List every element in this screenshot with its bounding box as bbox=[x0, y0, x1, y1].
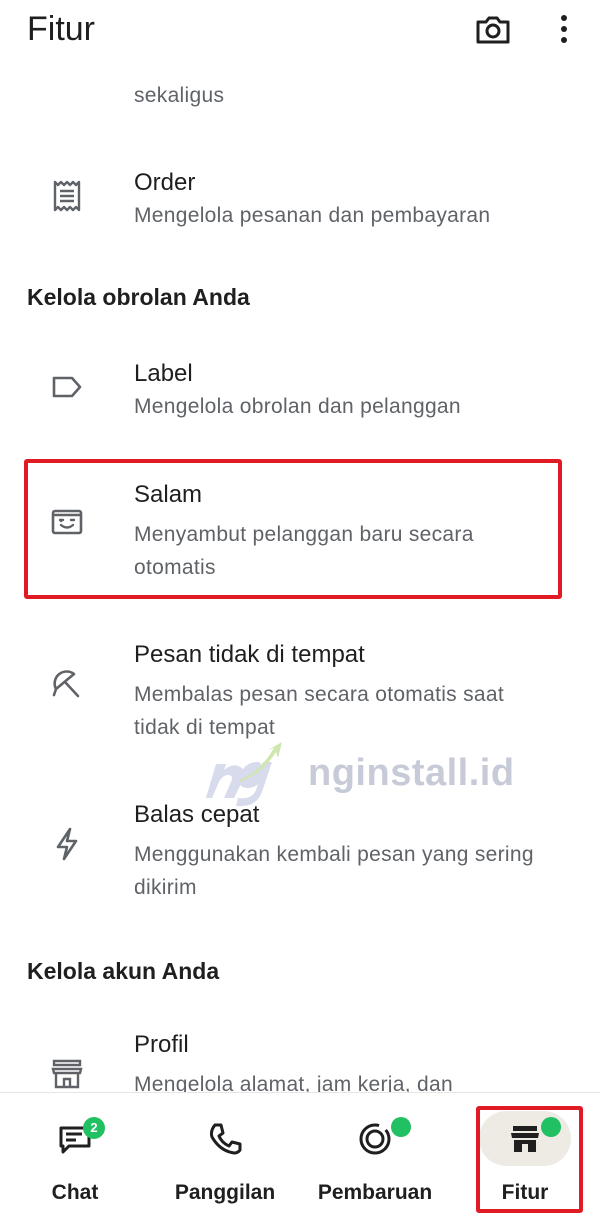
bolt-icon bbox=[56, 827, 78, 861]
list-item-quick-replies[interactable]: Balas cepat Menggunakan kembali pesan ya… bbox=[0, 797, 600, 922]
nav-tab-chat[interactable]: 2 Chat bbox=[0, 1093, 150, 1224]
chat-unread-badge: 2 bbox=[83, 1117, 105, 1139]
section-header-account: Kelola akun Anda bbox=[27, 958, 220, 984]
watermark: nginstall.id bbox=[200, 740, 560, 810]
previous-item-sub: sekaligus bbox=[134, 84, 225, 107]
nav-label-updates: Pembaruan bbox=[317, 1181, 433, 1204]
profile-title: Profil bbox=[134, 1031, 189, 1058]
list-item-label[interactable]: Label Mengelola obrolan dan pelanggan bbox=[0, 352, 600, 432]
away-sub: Membalas pesan secara otomatis saat tida… bbox=[134, 683, 505, 739]
nav-label-chat: Chat bbox=[51, 1181, 99, 1204]
updates-dot bbox=[391, 1117, 411, 1137]
store-icon bbox=[51, 1059, 83, 1089]
top-app-bar: Fitur bbox=[0, 0, 600, 62]
nav-tab-calls[interactable]: Panggilan bbox=[150, 1093, 300, 1224]
page-title: Fitur bbox=[27, 10, 95, 48]
order-title: Order bbox=[134, 169, 196, 196]
order-sub: Mengelola pesanan dan pembayaran bbox=[134, 204, 491, 227]
section-header-chats: Kelola obrolan Anda bbox=[27, 284, 250, 310]
profile-sub: Mengelola alamat, jam kerja, dan bbox=[134, 1073, 453, 1092]
updates-icon bbox=[359, 1123, 391, 1155]
more-vert-icon[interactable] bbox=[552, 10, 576, 48]
quick-sub: Menggunakan kembali pesan yang sering di… bbox=[134, 843, 534, 899]
list-item-order[interactable]: Order Mengelola pesanan dan pembayaran bbox=[0, 157, 600, 247]
watermark-text: nginstall.id bbox=[308, 752, 515, 794]
camera-icon[interactable] bbox=[474, 10, 512, 48]
highlight-box-greeting bbox=[24, 459, 562, 599]
away-title: Pesan tidak di tempat bbox=[134, 641, 365, 668]
away-icon bbox=[52, 670, 80, 698]
label-sub: Mengelola obrolan dan pelanggan bbox=[134, 395, 461, 418]
list-item-profile[interactable]: Profil Mengelola alamat, jam kerja, dan bbox=[0, 1027, 600, 1092]
label-title: Label bbox=[134, 360, 193, 387]
phone-icon bbox=[209, 1123, 242, 1155]
highlight-box-tools-tab bbox=[476, 1106, 583, 1213]
nav-tab-updates[interactable]: Pembaruan bbox=[300, 1093, 450, 1224]
label-icon bbox=[52, 376, 82, 398]
nav-label-calls: Panggilan bbox=[174, 1181, 276, 1204]
receipt-icon bbox=[53, 180, 81, 212]
watermark-logo-icon bbox=[206, 742, 282, 807]
